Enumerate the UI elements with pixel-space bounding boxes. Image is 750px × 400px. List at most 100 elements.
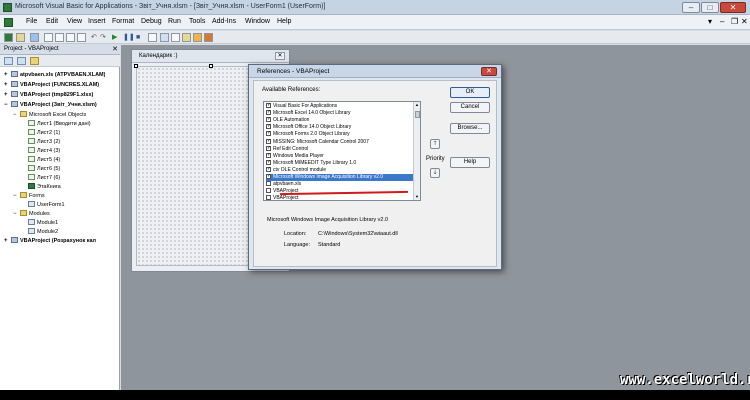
maximize-button[interactable]: □ bbox=[701, 2, 719, 13]
tree-item-sheet6[interactable]: Лист6 (5) bbox=[28, 165, 60, 174]
undo-icon[interactable]: ↶ bbox=[91, 34, 97, 41]
reference-checkbox[interactable] bbox=[266, 110, 271, 116]
tree-item-zvit-uchnya[interactable]: − VBAProject (Звіт_Учня.xlsm) bbox=[4, 101, 97, 110]
tree-item-sheet2[interactable]: Лист2 (1) bbox=[28, 129, 60, 138]
module-icon bbox=[28, 219, 35, 225]
scroll-down-icon[interactable]: ▼ bbox=[414, 194, 420, 200]
reference-item[interactable]: OLE Automation bbox=[266, 117, 414, 124]
project-explorer-toolbar bbox=[0, 55, 120, 67]
tree-item-sheet3[interactable]: Лист3 (2) bbox=[28, 138, 60, 147]
tree-item-rozrahunok[interactable]: + VBAProject (Розрахунок кал bbox=[4, 237, 96, 246]
tree-item-sheet7[interactable]: Лист7 (6) bbox=[28, 174, 60, 183]
references-scrollbar[interactable]: ▲ ▼ bbox=[413, 102, 420, 200]
tree-item-sheet5[interactable]: Лист5 (4) bbox=[28, 156, 60, 165]
references-list[interactable]: Visual Basic For ApplicationsMicrosoft E… bbox=[263, 101, 421, 201]
properties-icon[interactable] bbox=[171, 33, 180, 42]
tree-item-thisworkbook[interactable]: ЭтаКнига bbox=[28, 183, 61, 192]
priority-down-icon[interactable]: 🡓 bbox=[430, 168, 440, 178]
reference-checkbox[interactable] bbox=[266, 103, 271, 108]
tree-item-sheet4[interactable]: Лист4 (3) bbox=[28, 147, 60, 156]
menu-edit[interactable]: Edit bbox=[46, 18, 58, 25]
close-icon[interactable]: ✕ bbox=[481, 67, 497, 76]
browse-button[interactable]: Browse... bbox=[450, 123, 490, 134]
reference-item[interactable]: Microsoft Forms 2.0 Object Library bbox=[266, 131, 414, 138]
close-window-button[interactable]: ✕ bbox=[720, 2, 746, 13]
tree-folder-excel-objects[interactable]: − Microsoft Excel Objects bbox=[13, 111, 86, 120]
menu-window[interactable]: Window bbox=[245, 18, 270, 25]
reference-checkbox[interactable] bbox=[266, 131, 271, 137]
child-minimize-icon[interactable]: – bbox=[720, 17, 724, 26]
break-icon[interactable]: ❚❚ bbox=[123, 34, 135, 41]
close-icon[interactable]: ✕ bbox=[275, 52, 285, 60]
tree-folder-forms[interactable]: − Forms bbox=[13, 192, 45, 201]
run-icon[interactable]: ▶ bbox=[112, 34, 117, 41]
project-explorer-title-text: Project - VBAProject bbox=[4, 46, 59, 52]
help-dropdown-icon[interactable]: ▾ bbox=[708, 17, 712, 26]
reference-checkbox[interactable] bbox=[266, 117, 271, 123]
menu-run[interactable]: Run bbox=[168, 18, 181, 25]
help-icon[interactable] bbox=[204, 33, 213, 42]
menu-debug[interactable]: Debug bbox=[141, 18, 162, 25]
redo-icon[interactable]: ↷ bbox=[100, 34, 106, 41]
reference-checkbox[interactable] bbox=[266, 145, 271, 151]
view-excel-icon[interactable] bbox=[4, 33, 13, 42]
reset-icon[interactable]: ■ bbox=[136, 34, 140, 41]
child-restore-icon[interactable]: ❐ bbox=[731, 17, 738, 26]
project-explorer-icon[interactable] bbox=[160, 33, 169, 42]
paste-icon[interactable] bbox=[66, 33, 75, 42]
scroll-up-icon[interactable]: ▲ bbox=[414, 102, 420, 108]
reference-checkbox[interactable] bbox=[266, 124, 271, 130]
tree-folder-modules[interactable]: − Modules bbox=[13, 210, 50, 219]
scroll-thumb[interactable] bbox=[415, 111, 420, 118]
reference-checkbox[interactable] bbox=[266, 181, 271, 187]
tree-item-module1[interactable]: Module1 bbox=[28, 219, 58, 228]
excel-icon[interactable] bbox=[4, 18, 13, 27]
tree-item-sheet1[interactable]: Лист1 (Вводити дані) bbox=[28, 120, 91, 129]
tree-item-userform1[interactable]: UserForm1 bbox=[28, 201, 65, 210]
view-object-icon[interactable] bbox=[17, 57, 26, 65]
reference-item[interactable]: Windows Media Player bbox=[266, 152, 414, 160]
menu-tools[interactable]: Tools bbox=[189, 18, 205, 25]
toggle-folders-icon[interactable] bbox=[30, 57, 39, 65]
copy-icon[interactable] bbox=[55, 33, 64, 42]
help-button[interactable]: Help bbox=[450, 157, 490, 168]
reference-checkbox[interactable] bbox=[266, 138, 271, 144]
menu-help[interactable]: Help bbox=[277, 18, 291, 25]
reference-checkbox[interactable] bbox=[266, 166, 271, 172]
reference-item[interactable]: ctv OLE Control module bbox=[266, 166, 414, 174]
design-mode-icon[interactable] bbox=[148, 33, 157, 42]
menu-add-ins[interactable]: Add-Ins bbox=[212, 18, 236, 25]
cut-icon[interactable] bbox=[44, 33, 53, 42]
object-browser-icon[interactable] bbox=[182, 33, 191, 42]
menu-view[interactable]: View bbox=[67, 18, 82, 25]
reference-label: VBAProject bbox=[273, 195, 299, 201]
tree-item-funcres[interactable]: + VBAProject (FUNCRES.XLAM) bbox=[4, 81, 99, 90]
menu-format[interactable]: Format bbox=[112, 18, 134, 25]
ok-button[interactable]: OK bbox=[450, 87, 490, 98]
menu-insert[interactable]: Insert bbox=[88, 18, 106, 25]
reference-item[interactable]: VBAProject bbox=[266, 195, 414, 201]
save-icon[interactable] bbox=[30, 33, 39, 42]
minimize-button[interactable]: – bbox=[682, 2, 700, 13]
close-icon[interactable]: ✕ bbox=[112, 46, 118, 53]
view-code-icon[interactable] bbox=[4, 57, 13, 65]
tree-item-tmp[interactable]: + VBAProject (tmp829F1.xlsx) bbox=[4, 91, 93, 100]
resize-handle[interactable] bbox=[209, 64, 213, 68]
reference-checkbox[interactable] bbox=[266, 159, 271, 165]
reference-checkbox[interactable] bbox=[266, 195, 271, 200]
reference-checkbox[interactable] bbox=[266, 188, 271, 194]
resize-handle[interactable] bbox=[134, 64, 138, 68]
priority-up-icon[interactable]: 🡑 bbox=[430, 139, 440, 149]
tree-item-module2[interactable]: Module2 bbox=[28, 228, 58, 237]
child-close-icon[interactable]: ✕ bbox=[741, 17, 748, 26]
location-value: C:\Windows\System32\wiaaut.dll bbox=[318, 231, 398, 237]
insert-userform-icon[interactable] bbox=[16, 33, 25, 42]
form-icon bbox=[28, 201, 35, 207]
tree-item-atpvbaen[interactable]: + atpvbaen.xls (ATPVBAEN.XLAM) bbox=[4, 71, 105, 80]
reference-checkbox[interactable] bbox=[266, 152, 271, 158]
cancel-button[interactable]: Cancel bbox=[450, 102, 490, 113]
menu-file[interactable]: File bbox=[26, 18, 37, 25]
reference-checkbox[interactable] bbox=[266, 174, 271, 179]
toolbox-icon[interactable] bbox=[193, 33, 202, 42]
find-icon[interactable] bbox=[77, 33, 86, 42]
